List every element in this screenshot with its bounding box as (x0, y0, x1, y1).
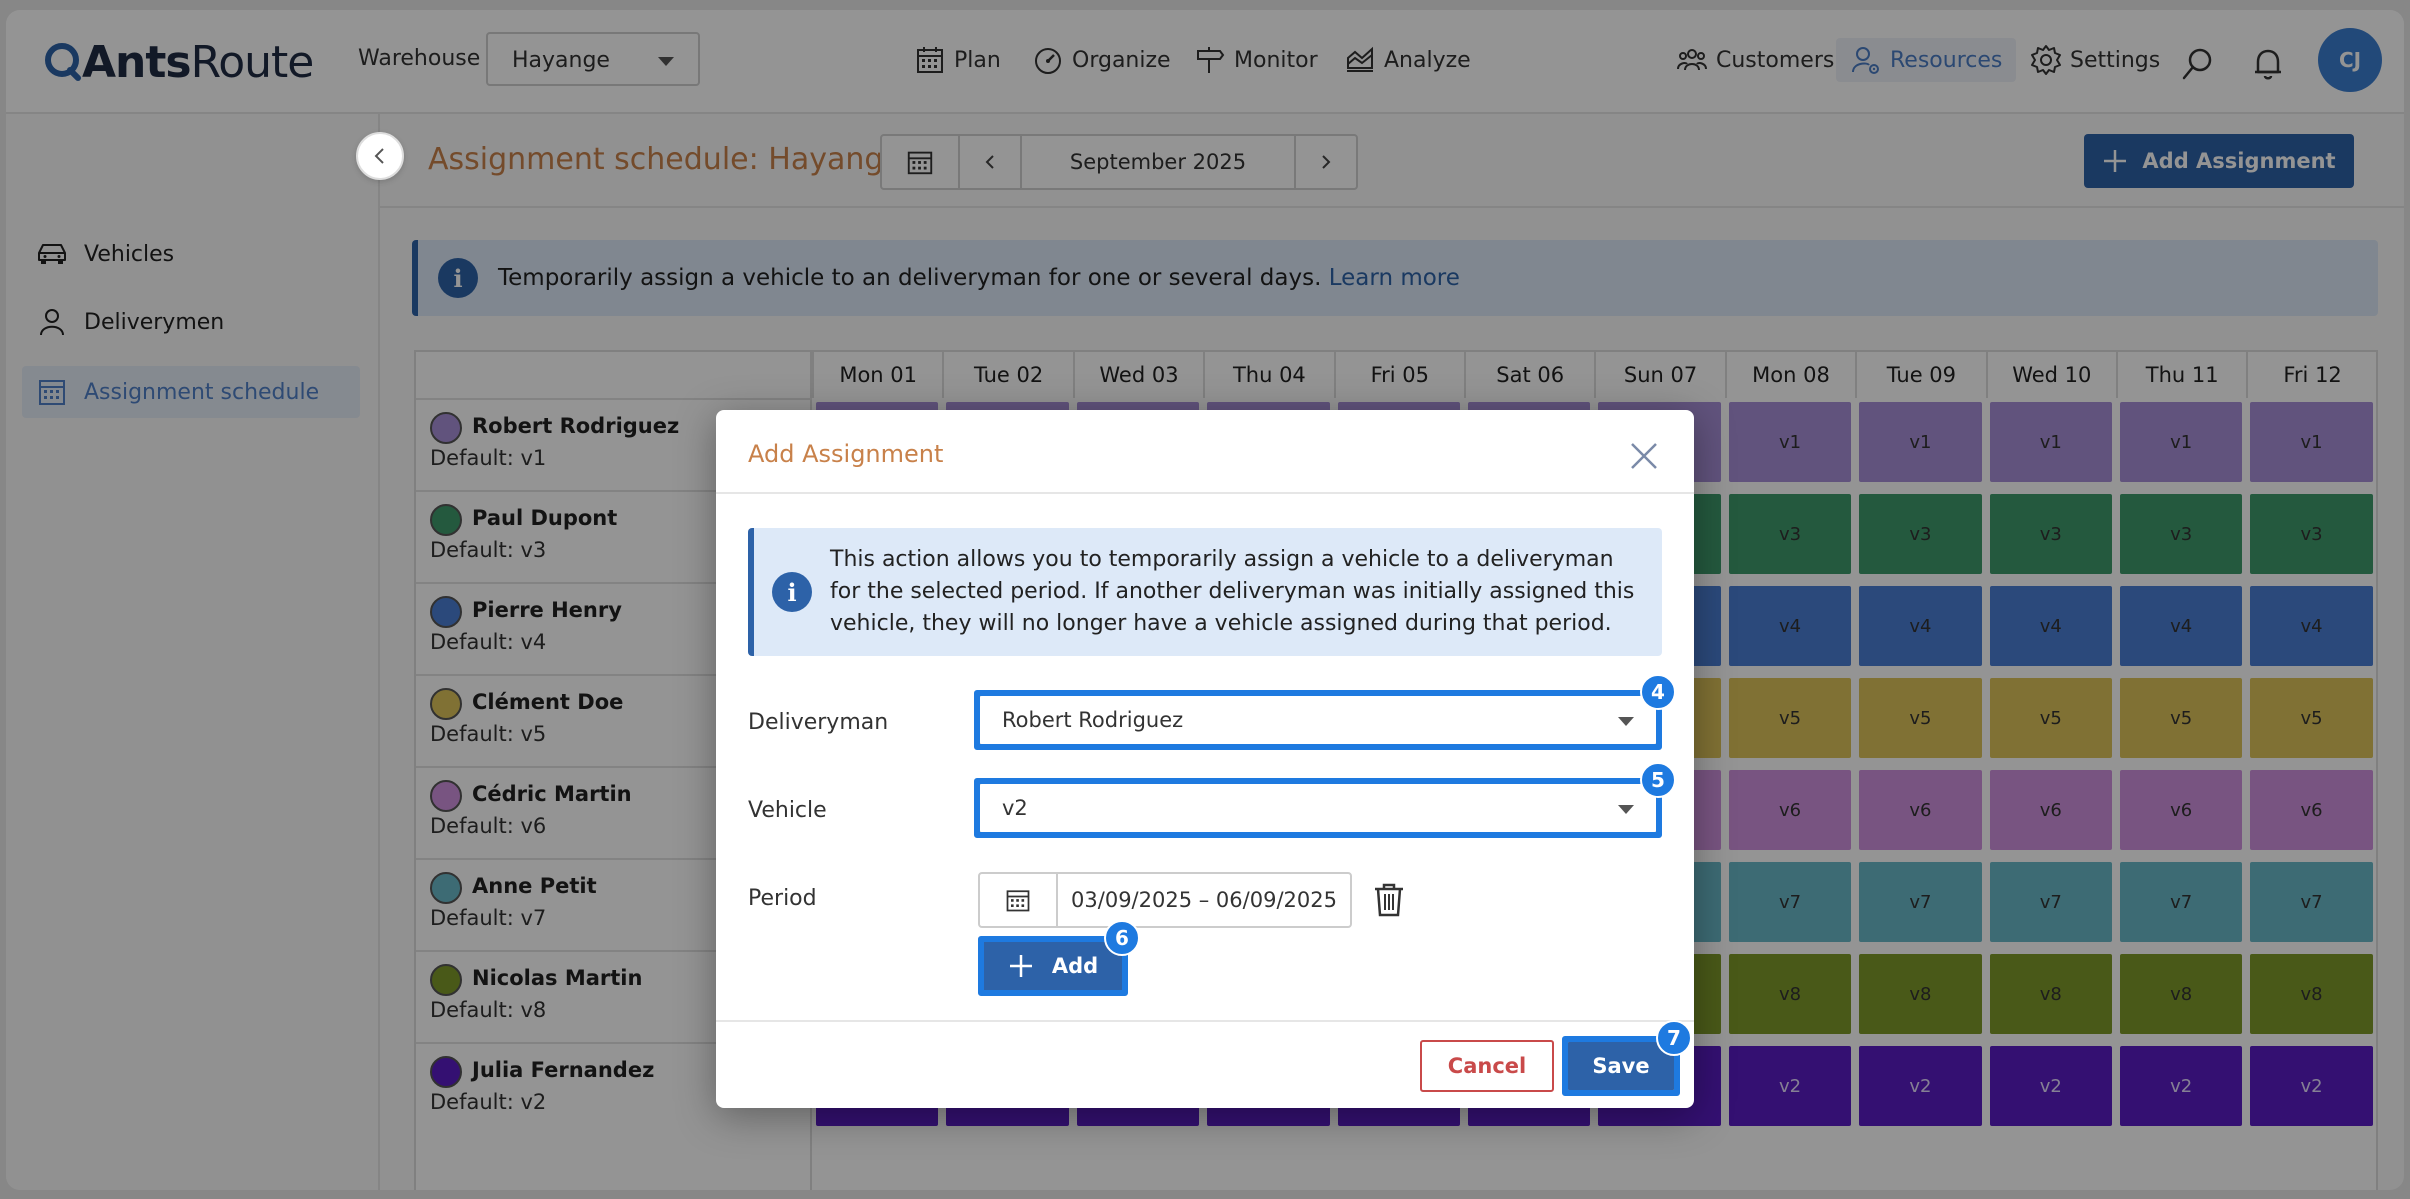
modal-info-text: This action allows you to temporarily as… (830, 547, 1635, 636)
close-icon[interactable] (1626, 438, 1662, 474)
trash-icon[interactable] (1372, 882, 1406, 918)
modal-info-box: i This action allows you to temporarily … (748, 528, 1662, 656)
modal-header-divider (716, 492, 1694, 494)
vehicle-highlight (974, 778, 1662, 838)
sidebar-collapse-button[interactable] (356, 132, 404, 180)
deliveryman-highlight (974, 690, 1662, 750)
step-badge-4: 4 (1640, 674, 1676, 710)
step-badge-5: 5 (1640, 762, 1676, 798)
calendar-icon (1006, 890, 1030, 912)
step-badge-6: 6 (1104, 920, 1140, 956)
cancel-button[interactable]: Cancel (1420, 1040, 1554, 1092)
deliveryman-label: Deliveryman (748, 710, 889, 735)
period-range-input[interactable]: 03/09/2025 – 06/09/2025 (978, 872, 1352, 928)
vehicle-label: Vehicle (748, 798, 827, 823)
info-icon: i (772, 572, 812, 612)
step-badge-7: 7 (1656, 1020, 1692, 1056)
period-label: Period (748, 886, 817, 911)
add-assignment-modal: Add Assignment i This action allows you … (716, 410, 1694, 1108)
period-calendar-button[interactable] (980, 874, 1058, 926)
chevron-left-icon (374, 148, 384, 164)
period-value: 03/09/2025 – 06/09/2025 (1071, 888, 1337, 912)
modal-footer-divider (716, 1020, 1694, 1022)
modal-title: Add Assignment (748, 440, 944, 468)
